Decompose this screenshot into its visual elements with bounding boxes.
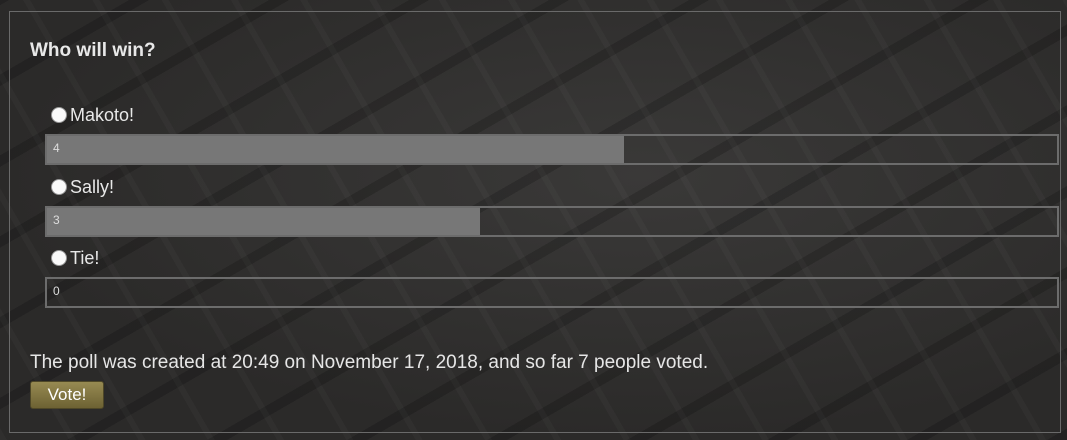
radio-button[interactable]: [51, 107, 67, 123]
poll-question: Who will win?: [30, 40, 156, 61]
radio-button[interactable]: [51, 250, 67, 266]
poll-option: Tie! 0: [45, 247, 1060, 308]
vote-bar: 3: [45, 206, 1059, 237]
poll-option: Makoto! 4: [45, 104, 1060, 165]
option-text: Sally!: [70, 176, 115, 197]
vote-count: 4: [53, 141, 60, 155]
vote-count: 3: [53, 213, 60, 227]
vote-bar-fill: [47, 136, 625, 163]
vote-bar: 4: [45, 134, 1059, 165]
poll-panel: Who will win? Makoto! 4 Sally! 3 Tie! 0: [9, 11, 1061, 433]
option-label-sally[interactable]: Sally!: [45, 176, 1060, 198]
option-text: Makoto!: [70, 104, 135, 125]
vote-bar-fill: [47, 208, 480, 235]
option-label-tie[interactable]: Tie!: [45, 247, 1060, 269]
vote-button[interactable]: Vote!: [30, 381, 104, 409]
poll-summary: The poll was created at 20:49 on Novembe…: [30, 352, 709, 373]
option-text: Tie!: [70, 247, 100, 268]
vote-count: 0: [53, 284, 60, 298]
radio-button[interactable]: [51, 179, 67, 195]
vote-bar: 0: [45, 277, 1059, 308]
poll-option: Sally! 3: [45, 176, 1060, 237]
option-label-makoto[interactable]: Makoto!: [45, 104, 1060, 126]
